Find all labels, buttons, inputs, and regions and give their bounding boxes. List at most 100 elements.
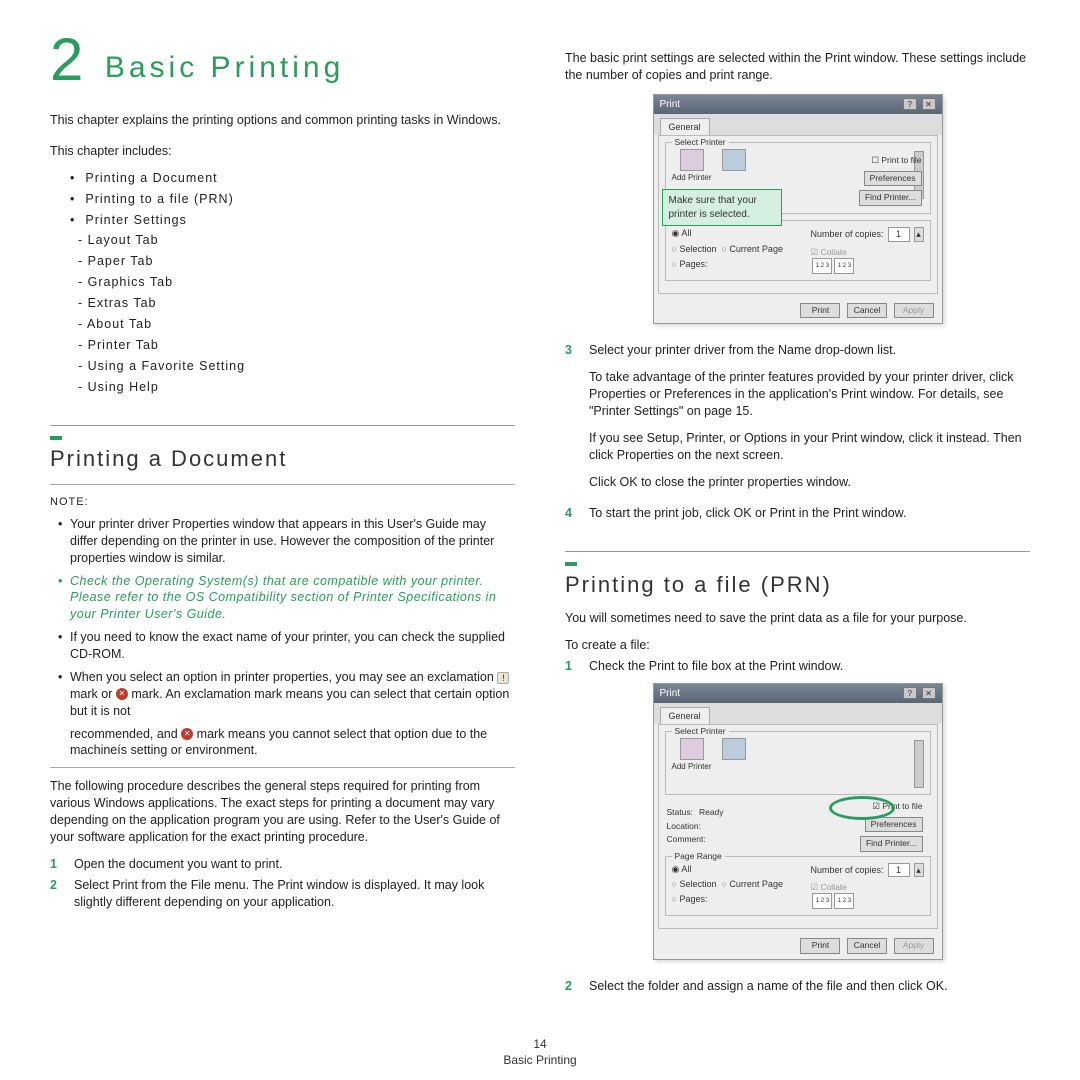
status-label: Status:: [667, 807, 693, 818]
section-title-printing-file: Printing to a file (PRN): [565, 570, 1030, 600]
note-bullet-text-b: mark or: [70, 687, 116, 701]
thin-rule: [50, 484, 515, 485]
section-accent-bar: [565, 562, 577, 566]
note-label: NOTE:: [50, 495, 515, 510]
copies-label: Number of copies:: [810, 228, 883, 240]
page-footer: 14 Basic Printing: [0, 1036, 1080, 1068]
add-printer-label: Add Printer: [672, 173, 712, 184]
preferences-button[interactable]: Preferences: [865, 817, 923, 832]
page-number: 14: [0, 1036, 1080, 1052]
add-printer-item[interactable]: Add Printer: [672, 738, 712, 773]
thin-rule: [50, 767, 515, 768]
cancel-button[interactable]: Cancel: [847, 303, 887, 318]
radio-all[interactable]: All: [672, 227, 783, 239]
step-number: 2: [50, 877, 64, 911]
copies-input[interactable]: 1: [888, 227, 910, 241]
radio-selection[interactable]: Selection: [672, 244, 717, 254]
scrollbar[interactable]: [914, 740, 924, 788]
status-value: Ready: [699, 807, 724, 818]
find-printer-button[interactable]: Find Printer...: [860, 836, 923, 851]
toc-subitem: Paper Tab: [78, 253, 515, 270]
print-to-file-checkbox[interactable]: ☑ Print to file: [872, 801, 922, 812]
step-text: Select Print from the File menu. The Pri…: [74, 877, 515, 911]
print-to-file-checkbox[interactable]: ☐ Print to file: [871, 155, 921, 166]
close-icon[interactable]: ✕: [922, 98, 936, 110]
close-icon[interactable]: ✕: [922, 687, 936, 699]
printer-icon: [722, 738, 746, 760]
blocked-icon: ✕: [181, 728, 193, 740]
preferences-button[interactable]: Preferences: [864, 171, 922, 186]
collate-checkbox[interactable]: ☑ Collate: [810, 247, 846, 257]
step-number: 2: [565, 978, 579, 995]
spinner-buttons[interactable]: ▴: [914, 863, 924, 877]
note-bullet-text-d: recommended, and: [70, 727, 181, 741]
step-text: Click OK to close the printer properties…: [589, 474, 1030, 491]
print-button[interactable]: Print: [800, 303, 840, 318]
printer-item-selected[interactable]: [722, 149, 746, 173]
help-icon[interactable]: ?: [903, 687, 917, 699]
create-file-label: To create a file:: [565, 637, 1030, 654]
section-title-printing-document: Printing a Document: [50, 444, 515, 474]
add-printer-label: Add Printer: [672, 762, 712, 773]
toc-subitem: Using a Favorite Setting: [78, 358, 515, 375]
chapter-header: 2 Basic Printing: [50, 30, 515, 90]
dialog-titlebar: Print ? ✕: [654, 95, 942, 115]
note-bullet-text-c: mark. An exclamation mark means you can …: [70, 687, 509, 718]
step-number: 1: [565, 658, 579, 675]
dialog-titlebar: Print ? ✕: [654, 684, 942, 704]
toc-sublist: Layout Tab Paper Tab Graphics Tab Extras…: [50, 232, 515, 395]
group-label: Select Printer: [672, 137, 729, 148]
radio-current-page[interactable]: Current Page: [721, 244, 782, 254]
apply-button[interactable]: Apply: [894, 303, 934, 318]
step-row: 2 Select the folder and assign a name of…: [565, 978, 1030, 995]
step-number: 1: [50, 856, 64, 873]
help-icon[interactable]: ?: [903, 98, 917, 110]
radio-selection[interactable]: Selection: [672, 879, 717, 889]
comment-label: Comment:: [667, 834, 706, 845]
group-page-range: All Selection Current Page Pages: Number…: [665, 220, 931, 281]
printer-icon: [722, 149, 746, 171]
step-text: Select your printer driver from the Name…: [589, 342, 1030, 359]
tab-general[interactable]: General: [660, 707, 710, 724]
note-bullet: When you select an option in printer pro…: [58, 669, 515, 759]
step-row: 3 Select your printer driver from the Na…: [565, 342, 1030, 500]
footer-title: Basic Printing: [0, 1052, 1080, 1068]
cancel-button[interactable]: Cancel: [847, 938, 887, 953]
chapter-title: Basic Printing: [105, 48, 344, 89]
print-button[interactable]: Print: [800, 938, 840, 953]
copies-label: Number of copies:: [810, 864, 883, 876]
includes-label: This chapter includes:: [50, 143, 515, 160]
group-page-range: Page Range All Selection Current Page Pa…: [665, 856, 931, 917]
right-intro: The basic print settings are selected wi…: [565, 50, 1030, 84]
copies-input[interactable]: 1: [888, 863, 910, 877]
dialog-title: Print: [660, 98, 681, 112]
find-printer-button[interactable]: Find Printer...: [859, 190, 922, 205]
collate-checkbox[interactable]: ☑ Collate: [810, 882, 846, 892]
print-dialog-1: Print ? ✕ General Select Printer Add Pri…: [653, 94, 943, 325]
spinner-buttons[interactable]: ▴: [914, 227, 924, 241]
toc-subitem: Layout Tab: [78, 232, 515, 249]
add-printer-item[interactable]: Add Printer: [672, 149, 712, 184]
radio-pages[interactable]: Pages:: [672, 258, 783, 270]
toc-subitem: About Tab: [78, 316, 515, 333]
callout-select-printer: Make sure that your printer is selected.: [662, 189, 782, 226]
radio-all[interactable]: All: [672, 863, 783, 875]
toc-subitem: Graphics Tab: [78, 274, 515, 291]
group-label: Select Printer: [672, 726, 729, 737]
add-printer-icon: [680, 738, 704, 760]
group-select-printer: Select Printer Add Printer: [665, 731, 931, 795]
radio-current-page[interactable]: Current Page: [721, 879, 782, 889]
radio-pages[interactable]: Pages:: [672, 893, 783, 905]
toc-item: Printer Settings: [70, 212, 515, 229]
step-text: Check the Print to file box at the Print…: [589, 658, 1030, 675]
tab-general[interactable]: General: [660, 118, 710, 135]
step-row: 1 Open the document you want to print.: [50, 856, 515, 873]
chapter-intro: This chapter explains the printing optio…: [50, 112, 515, 129]
apply-button[interactable]: Apply: [894, 938, 934, 953]
step-text: To take advantage of the printer feature…: [589, 369, 1030, 420]
note-bullet-compat: Check the Operating System(s) that are c…: [58, 573, 515, 624]
toc-item: Printing a Document: [70, 170, 515, 187]
printer-item[interactable]: [722, 738, 746, 762]
note-bullet-text-a: When you select an option in printer pro…: [70, 670, 497, 684]
toc-subitem: Printer Tab: [78, 337, 515, 354]
